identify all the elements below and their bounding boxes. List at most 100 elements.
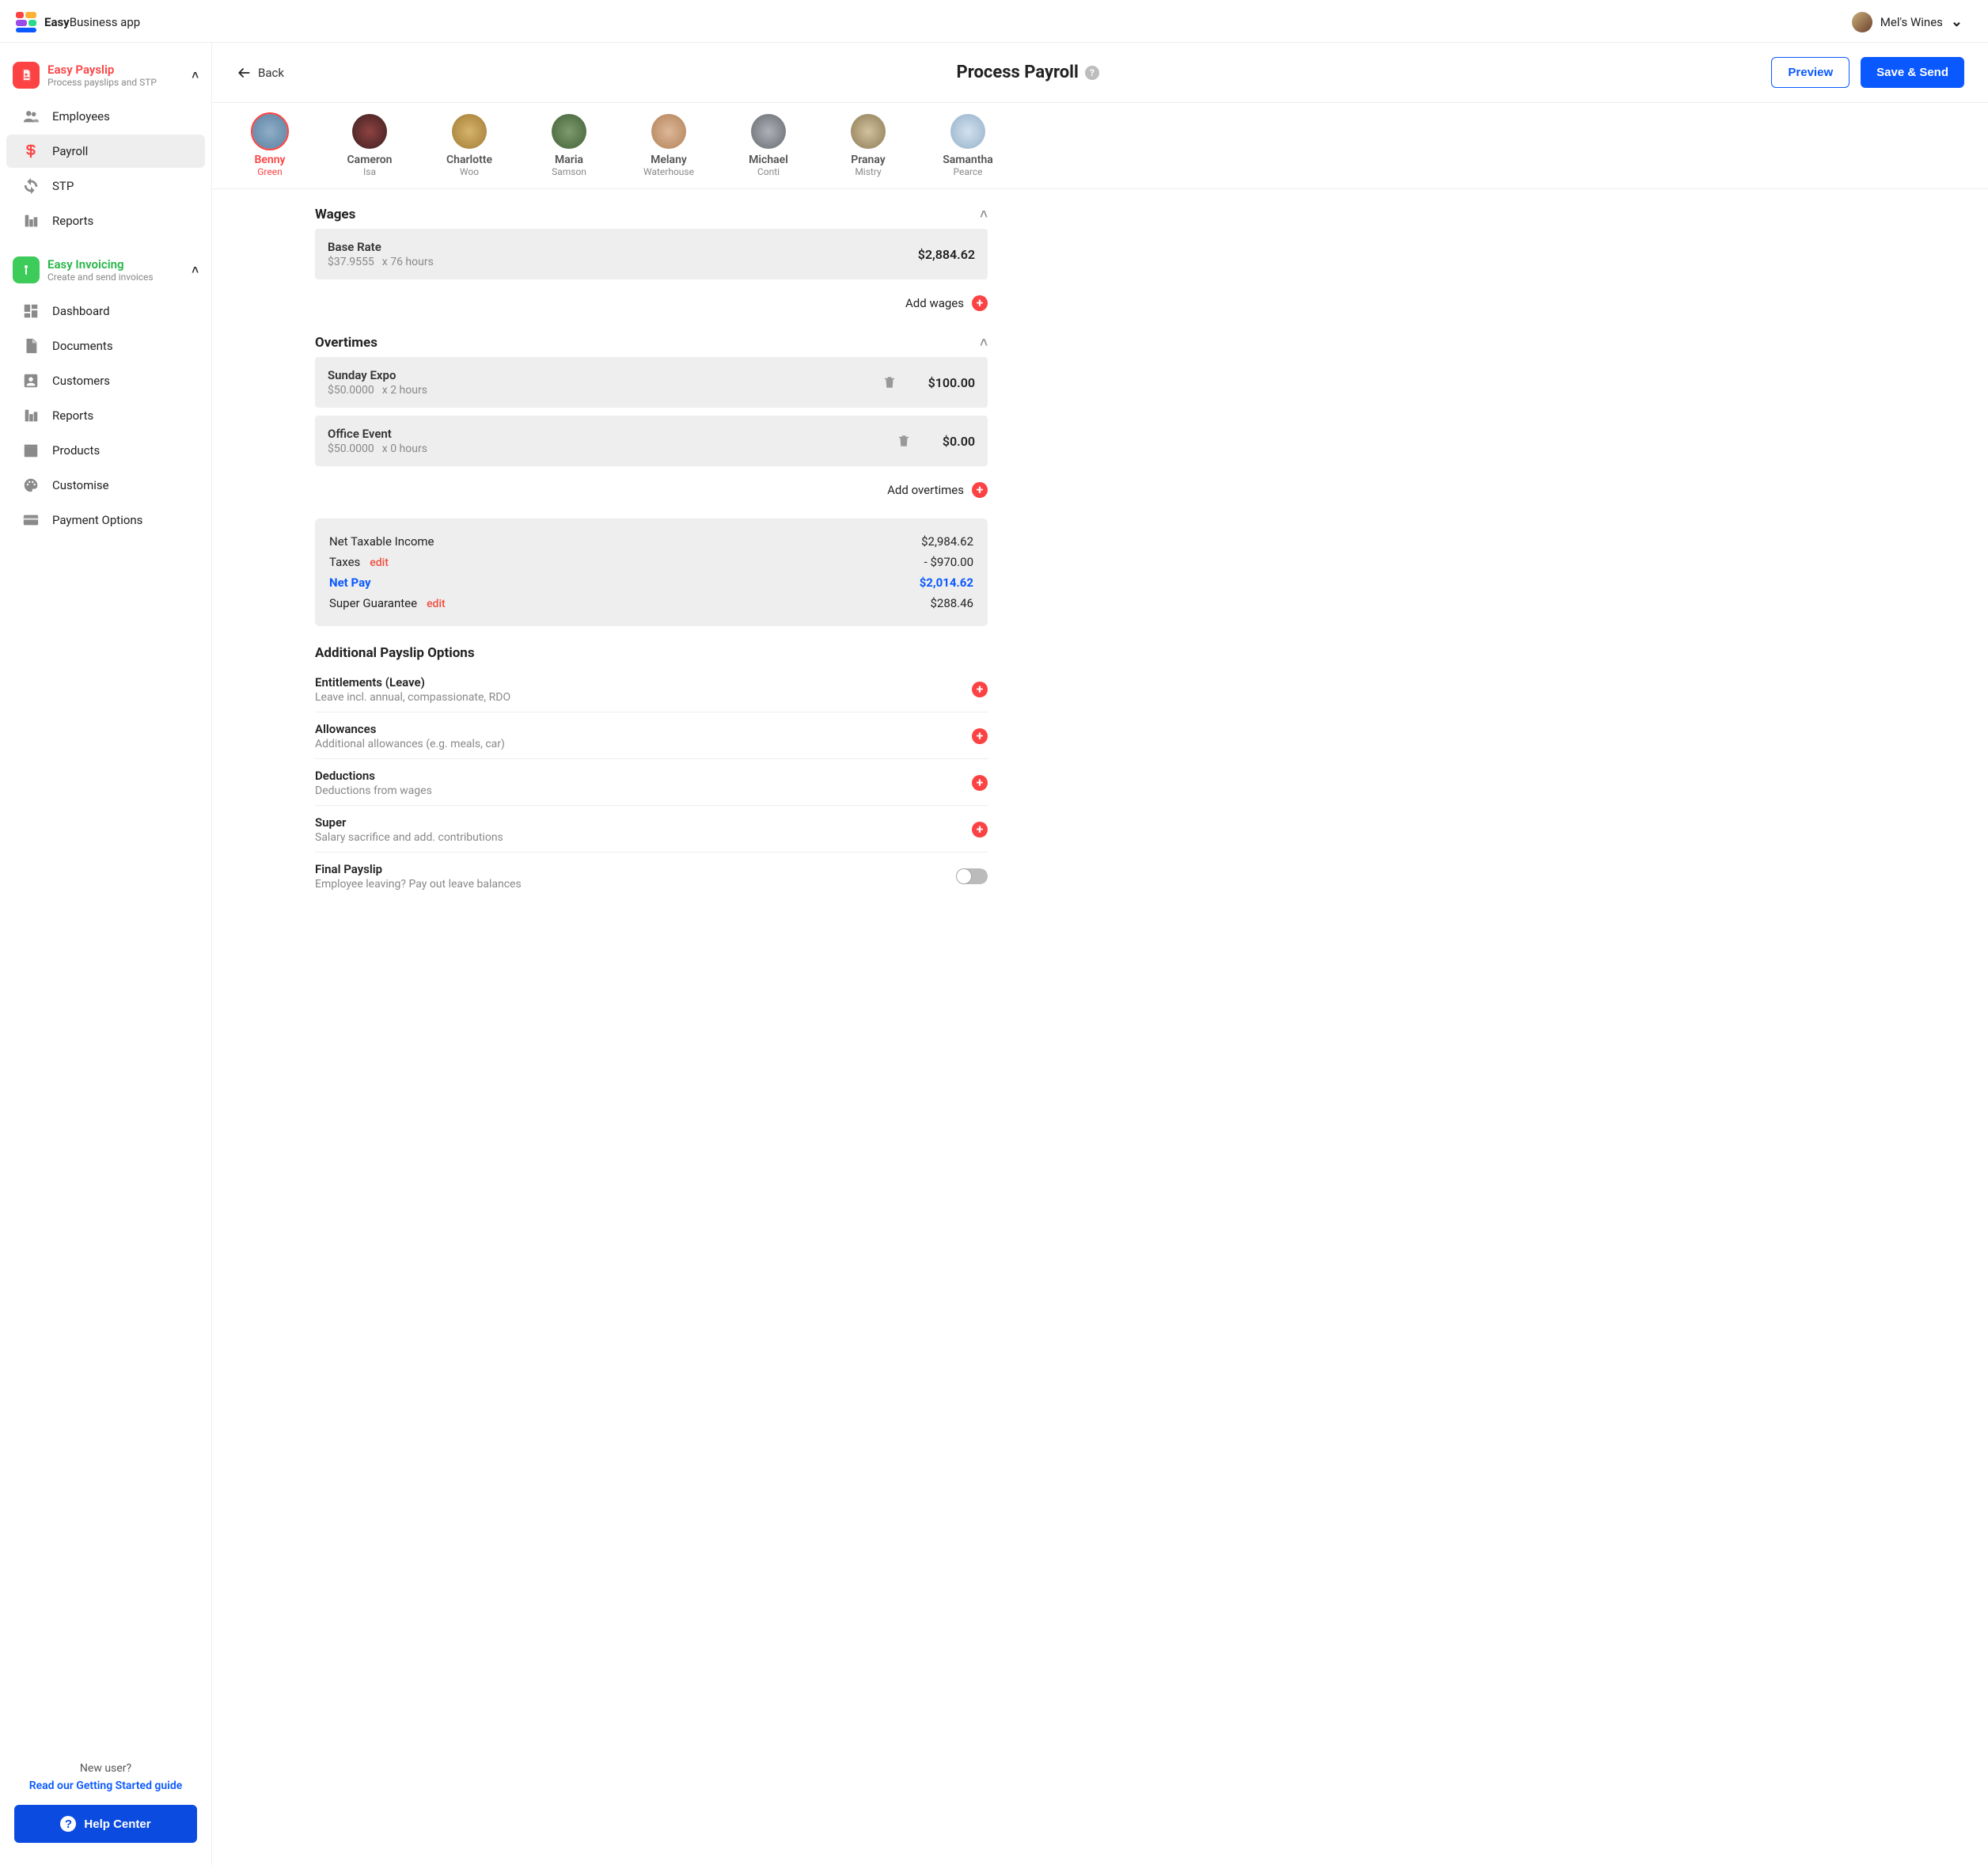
delete-overtime-button[interactable] bbox=[882, 375, 897, 389]
nav-label: Reports bbox=[52, 408, 93, 423]
summary-net-taxable-value: $2,984.62 bbox=[921, 534, 973, 549]
wages-title: Wages bbox=[315, 207, 355, 222]
overtimes-section-header[interactable]: Overtimes ˄ bbox=[315, 325, 988, 357]
back-button[interactable]: Back bbox=[236, 65, 284, 81]
brand: EasyBusiness app bbox=[16, 12, 140, 32]
employee-benny[interactable]: Benny Green bbox=[236, 114, 304, 177]
option-sub: Deductions from wages bbox=[315, 784, 432, 797]
reports-icon bbox=[22, 212, 40, 230]
module-head-invoicing[interactable]: Easy Invoicing Create and send invoices … bbox=[6, 250, 205, 290]
employee-pranay[interactable]: Pranay Mistry bbox=[834, 114, 902, 177]
payslip-option-super: Super Salary sacrifice and add. contribu… bbox=[315, 805, 988, 852]
module-payslip-sub: Process payslips and STP bbox=[47, 77, 184, 88]
option-sub: Employee leaving? Pay out leave balances bbox=[315, 878, 522, 891]
employee-firstname: Cameron bbox=[347, 154, 393, 166]
employee-samantha[interactable]: Samantha Pearce bbox=[934, 114, 1002, 177]
reports-icon bbox=[22, 407, 40, 424]
employee-avatar bbox=[552, 114, 586, 149]
option-title: Allowances bbox=[315, 722, 505, 736]
add-wages-button[interactable]: + bbox=[972, 295, 988, 311]
sync-icon bbox=[22, 177, 40, 195]
getting-started-link[interactable]: Read our Getting Started guide bbox=[14, 1780, 197, 1792]
final-payslip-toggle[interactable] bbox=[956, 868, 988, 884]
add-super-button[interactable]: + bbox=[972, 822, 988, 838]
dollar-icon bbox=[22, 142, 40, 160]
overtime-name: Sunday Expo bbox=[328, 368, 882, 382]
nav-label: Payroll bbox=[52, 144, 88, 158]
card-icon bbox=[22, 511, 40, 529]
add-deductions-button[interactable]: + bbox=[972, 775, 988, 791]
main: Back Process Payroll ? Preview Save & Se… bbox=[212, 43, 1988, 1865]
account-label: Mel's Wines bbox=[1880, 15, 1943, 29]
payslip-app-icon bbox=[13, 62, 40, 89]
additional-title: Additional Payslip Options bbox=[315, 645, 988, 661]
employee-cameron[interactable]: Cameron Isa bbox=[336, 114, 404, 177]
page-title: Process Payroll bbox=[957, 63, 1079, 82]
nav-label: Products bbox=[52, 443, 100, 458]
sidebar-invoicing-item-reports[interactable]: Reports bbox=[6, 399, 205, 432]
chevron-up-icon: ˄ bbox=[192, 68, 199, 82]
overtime-rate: $50.0000 bbox=[328, 384, 374, 397]
help-center-button[interactable]: ? Help Center bbox=[14, 1805, 197, 1843]
delete-overtime-button[interactable] bbox=[897, 434, 911, 448]
customer-icon bbox=[22, 372, 40, 389]
employee-melany[interactable]: Melany Waterhouse bbox=[635, 114, 703, 177]
preview-button[interactable]: Preview bbox=[1771, 57, 1850, 88]
sidebar-invoicing-item-customers[interactable]: Customers bbox=[6, 364, 205, 397]
sidebar-invoicing-item-documents[interactable]: Documents bbox=[6, 329, 205, 363]
employee-avatar bbox=[651, 114, 686, 149]
chevron-up-icon: ˄ bbox=[980, 207, 988, 222]
add-entitlements-button[interactable]: + bbox=[972, 682, 988, 697]
nav-label: Documents bbox=[52, 339, 113, 353]
palette-icon bbox=[22, 477, 40, 494]
summary-taxes-value: - $970.00 bbox=[924, 555, 973, 569]
summary-super-label: Super Guarantee bbox=[329, 596, 417, 610]
add-overtimes-button[interactable]: + bbox=[972, 482, 988, 498]
employee-charlotte[interactable]: Charlotte Woo bbox=[435, 114, 503, 177]
sidebar-payslip-item-payroll[interactable]: Payroll bbox=[6, 135, 205, 168]
wage-rate: $37.9555 bbox=[328, 256, 374, 268]
option-sub: Additional allowances (e.g. meals, car) bbox=[315, 738, 505, 750]
employee-lastname: Green bbox=[257, 166, 282, 177]
employee-firstname: Maria bbox=[555, 154, 583, 166]
sidebar-invoicing-item-customise[interactable]: Customise bbox=[6, 469, 205, 502]
wage-item-base-rate[interactable]: Base Rate $37.9555x 76 hours $2,884.62 bbox=[315, 229, 988, 279]
brand-name: EasyBusiness app bbox=[44, 15, 140, 29]
account-selector[interactable]: Mel's Wines ⌄ bbox=[1852, 12, 1969, 32]
module-invoicing-sub: Create and send invoices bbox=[47, 272, 184, 283]
employee-michael[interactable]: Michael Conti bbox=[734, 114, 802, 177]
employee-lastname: Conti bbox=[757, 166, 780, 177]
employee-firstname: Pranay bbox=[851, 154, 886, 166]
taxes-edit-link[interactable]: edit bbox=[370, 556, 389, 569]
employee-maria[interactable]: Maria Samson bbox=[535, 114, 603, 177]
module-head-payslip[interactable]: Easy Payslip Process payslips and STP ˄ bbox=[6, 55, 205, 95]
chevron-up-icon: ˄ bbox=[980, 335, 988, 351]
super-edit-link[interactable]: edit bbox=[427, 598, 446, 610]
arrow-left-icon bbox=[236, 65, 252, 81]
nav-label: Customise bbox=[52, 478, 109, 492]
sidebar-payslip-item-stp[interactable]: STP bbox=[6, 169, 205, 203]
sidebar-invoicing-item-products[interactable]: Products bbox=[6, 434, 205, 467]
content-header: Back Process Payroll ? Preview Save & Se… bbox=[212, 43, 1988, 103]
employee-lastname: Samson bbox=[552, 166, 586, 177]
overtime-multiplier: x 0 hours bbox=[382, 443, 427, 455]
help-tooltip-icon[interactable]: ? bbox=[1085, 66, 1099, 80]
dashboard-icon bbox=[22, 302, 40, 320]
brand-logo-icon bbox=[16, 12, 36, 32]
sidebar-payslip-item-reports[interactable]: Reports bbox=[6, 204, 205, 237]
summary-taxes-label: Taxes bbox=[329, 555, 360, 569]
add-allowances-button[interactable]: + bbox=[972, 728, 988, 744]
employee-lastname: Woo bbox=[460, 166, 479, 177]
option-title: Deductions bbox=[315, 769, 432, 783]
save-send-button[interactable]: Save & Send bbox=[1861, 57, 1964, 88]
overtime-item[interactable]: Office Event $50.0000x 0 hours $0.00 bbox=[315, 416, 988, 466]
nav-label: Dashboard bbox=[52, 304, 110, 318]
overtime-item[interactable]: Sunday Expo $50.0000x 2 hours $100.00 bbox=[315, 357, 988, 408]
sidebar-invoicing-item-payment-options[interactable]: Payment Options bbox=[6, 503, 205, 537]
sidebar-payslip-item-employees[interactable]: Employees bbox=[6, 100, 205, 133]
wages-section-header[interactable]: Wages ˄ bbox=[315, 197, 988, 229]
overtime-name: Office Event bbox=[328, 427, 897, 441]
chevron-up-icon: ˄ bbox=[192, 263, 199, 277]
sidebar: Easy Payslip Process payslips and STP ˄ … bbox=[0, 43, 212, 1865]
sidebar-invoicing-item-dashboard[interactable]: Dashboard bbox=[6, 294, 205, 328]
